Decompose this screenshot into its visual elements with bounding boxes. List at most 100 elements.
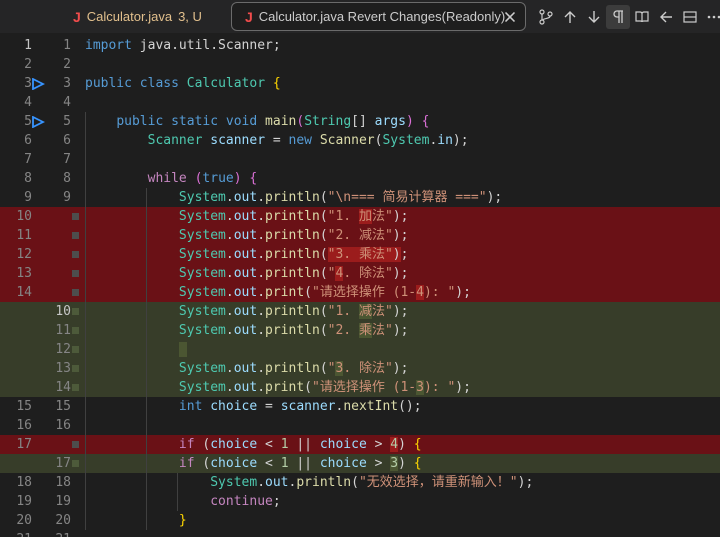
- close-icon[interactable]: [501, 8, 519, 26]
- arrow-up-icon[interactable]: [558, 5, 582, 29]
- modified-line-number: 17: [55, 456, 71, 471]
- added-line[interactable]: 14 System.out.print("请选择操作 (1-3): ");: [0, 378, 720, 397]
- removed-line[interactable]: 12 System.out.println("3. 乘法");: [0, 245, 720, 264]
- original-line-number: 17: [16, 437, 32, 452]
- diff-add-marker[interactable]: [72, 327, 79, 334]
- code-text[interactable]: System.out.print("请选择操作 (1-4): ");: [85, 283, 471, 302]
- code-line[interactable]: 22: [0, 55, 720, 74]
- arrow-down-icon[interactable]: [582, 5, 606, 29]
- code-text[interactable]: public static void main(String[] args) {: [85, 112, 429, 131]
- diff-remove-marker[interactable]: [72, 441, 79, 448]
- removed-line[interactable]: 10 System.out.println("1. 加法");: [0, 207, 720, 226]
- code-line[interactable]: 5 5 public static void main(String[] args…: [0, 112, 720, 131]
- original-line-number: 5: [24, 114, 32, 129]
- tab-label: Calculator.java: [86, 9, 173, 24]
- modified-line-number: 9: [63, 190, 71, 205]
- diff-remove-marker[interactable]: [72, 213, 79, 220]
- tab-calculator-java[interactable]: J Calculator.java 3, U: [60, 0, 228, 33]
- original-line-number: 14: [16, 285, 32, 300]
- original-line-number: 18: [16, 475, 32, 490]
- layout-icon[interactable]: [678, 5, 702, 29]
- added-line[interactable]: 17 if (choice < 1 || choice > 3) {: [0, 454, 720, 473]
- added-line[interactable]: 13 System.out.println("3. 除法");: [0, 359, 720, 378]
- more-icon[interactable]: [702, 5, 720, 29]
- modified-line-number: 1: [63, 38, 71, 53]
- added-line[interactable]: 12: [0, 340, 720, 359]
- modified-line-number: 14: [55, 380, 71, 395]
- editor-toolbar: [534, 0, 720, 33]
- code-line[interactable]: 6 6 Scanner scanner = new Scanner(System.…: [0, 131, 720, 150]
- added-line[interactable]: 10 System.out.println("1. 减法");: [0, 302, 720, 321]
- code-text[interactable]: public class Calculator {: [85, 74, 281, 93]
- code-line[interactable]: 19 19 continue;: [0, 492, 720, 511]
- modified-line-number: 18: [55, 475, 71, 490]
- original-line-number: 21: [0, 530, 32, 537]
- diff-remove-marker[interactable]: [72, 251, 79, 258]
- modified-line-number: 4: [63, 95, 71, 110]
- code-text[interactable]: System.out.println("3. 除法");: [85, 359, 408, 378]
- code-text[interactable]: System.out.print("请选择操作 (1-3): ");: [85, 378, 471, 397]
- code-text[interactable]: }: [85, 511, 187, 530]
- code-line[interactable]: 8 8 while (true) {: [0, 169, 720, 188]
- original-line-number: 4: [24, 95, 32, 110]
- code-text[interactable]: int choice = scanner.nextInt();: [85, 397, 422, 416]
- code-line[interactable]: 15 15 int choice = scanner.nextInt();: [0, 397, 720, 416]
- code-text[interactable]: Scanner scanner = new Scanner(System.in)…: [85, 131, 469, 150]
- original-line-number: 11: [16, 228, 32, 243]
- code-text[interactable]: import java.util.Scanner;: [85, 36, 281, 55]
- code-text[interactable]: [85, 340, 187, 359]
- modified-line-number: 2: [63, 57, 71, 72]
- code-line[interactable]: 44: [0, 93, 720, 112]
- diff-remove-marker[interactable]: [72, 289, 79, 296]
- removed-line[interactable]: 11 System.out.println("2. 减法");: [0, 226, 720, 245]
- tab-label: Calculator.java Revert Changes(Readonly): [258, 9, 506, 24]
- code-text[interactable]: System.out.println("\n=== 简易计算器 ===");: [85, 188, 502, 207]
- diff-add-marker[interactable]: [72, 308, 79, 315]
- indent-guide: [146, 416, 147, 435]
- diff-remove-marker[interactable]: [72, 270, 79, 277]
- removed-line[interactable]: 14 System.out.print("请选择操作 (1-4): ");: [0, 283, 720, 302]
- code-text[interactable]: System.out.println("无效选择，请重新输入！");: [85, 473, 533, 492]
- diff-add-marker[interactable]: [72, 365, 79, 372]
- code-text[interactable]: if (choice < 1 || choice > 4) {: [85, 435, 422, 454]
- code-line[interactable]: 20 20 }: [0, 511, 720, 530]
- code-line[interactable]: 21 21: [0, 530, 720, 537]
- pilcrow-icon[interactable]: [606, 4, 630, 29]
- code-text[interactable]: System.out.println("2. 乘法");: [85, 321, 408, 340]
- code-line[interactable]: 18 18 System.out.println("无效选择，请重新输入！");: [0, 473, 720, 492]
- code-text[interactable]: System.out.println("1. 加法");: [85, 207, 408, 226]
- code-text[interactable]: continue;: [85, 492, 280, 511]
- code-text[interactable]: System.out.println("2. 减法");: [85, 226, 409, 245]
- modified-line-number: 21: [40, 530, 71, 537]
- added-line[interactable]: 11 System.out.println("2. 乘法");: [0, 321, 720, 340]
- code-line[interactable]: 9 9 System.out.println("\n=== 简易计算器 ===")…: [0, 188, 720, 207]
- modified-line-number: 3: [63, 76, 71, 91]
- code-text[interactable]: System.out.println("4. 除法");: [85, 264, 408, 283]
- tab-revert-changes[interactable]: J Calculator.java Revert Changes(Readonl…: [231, 2, 526, 31]
- modified-line-number: 11: [55, 323, 71, 338]
- original-line-number: 8: [24, 171, 32, 186]
- diff-add-marker[interactable]: [72, 384, 79, 391]
- code-text[interactable]: System.out.println("3. 乘法");: [85, 245, 408, 264]
- arrow-left-icon[interactable]: [654, 5, 678, 29]
- diff-remove-marker[interactable]: [72, 232, 79, 239]
- original-line-number: 13: [16, 266, 32, 281]
- modified-line-number: 10: [55, 304, 71, 319]
- removed-line[interactable]: 13 System.out.println("4. 除法");: [0, 264, 720, 283]
- code-line[interactable]: 16 16: [0, 416, 720, 435]
- code-line[interactable]: 1 1 import java.util.Scanner;: [0, 36, 720, 55]
- source-control-icon[interactable]: [534, 5, 558, 29]
- diff-add-marker[interactable]: [72, 346, 79, 353]
- original-line-number: 9: [24, 190, 32, 205]
- diff-add-marker[interactable]: [72, 460, 79, 467]
- diff-editor[interactable]: 1 1 import java.util.Scanner; 2 2 3 3 public cl…: [0, 33, 720, 537]
- book-icon[interactable]: [630, 5, 654, 29]
- code-text[interactable]: if (choice < 1 || choice > 3) {: [85, 454, 422, 473]
- code-text[interactable]: System.out.println("1. 减法");: [85, 302, 408, 321]
- code-line[interactable]: 77: [0, 150, 720, 169]
- tab-status: 3, U: [178, 9, 202, 24]
- removed-line[interactable]: 17 if (choice < 1 || choice > 4) {: [0, 435, 720, 454]
- code-line[interactable]: 3 3 public class Calculator {: [0, 74, 720, 93]
- modified-line-number: 7: [63, 152, 71, 167]
- code-text[interactable]: while (true) {: [85, 169, 258, 188]
